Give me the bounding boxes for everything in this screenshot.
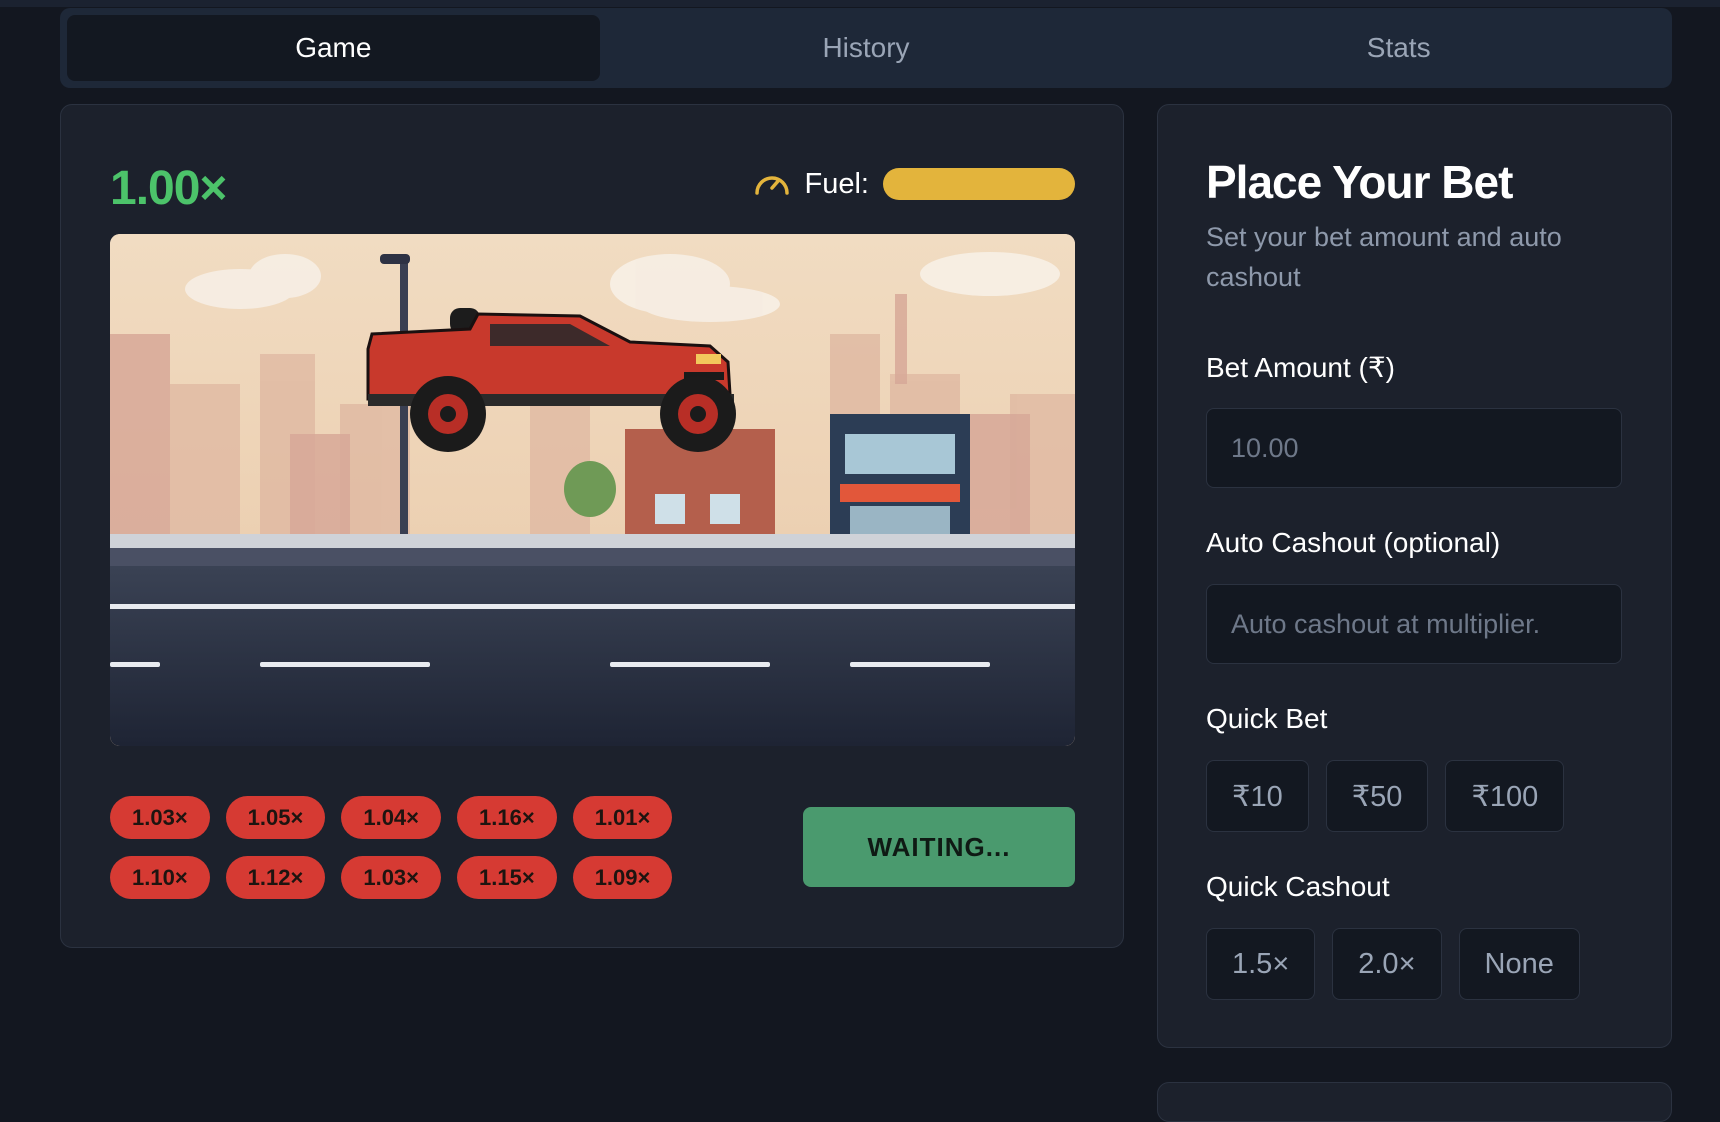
history-row: 1.03× 1.05× 1.04× 1.16× 1.01× — [110, 796, 720, 839]
fuel-bar — [883, 168, 1075, 200]
multiplier-history: 1.03× 1.05× 1.04× 1.16× 1.01× 1.10× 1.12… — [110, 796, 720, 916]
game-scene — [110, 234, 1075, 746]
quick-bet-label: Quick Bet — [1206, 703, 1328, 734]
fuel-gauge: Fuel: — [753, 167, 1075, 201]
bet-panel: Place Your Bet Set your bet amount and a… — [1157, 104, 1672, 1048]
history-chip: 1.12× — [225, 856, 326, 899]
history-chip: 1.16× — [457, 796, 557, 839]
quick-cashout-label: Quick Cashout — [1206, 871, 1390, 902]
quick-cashout-buttons: 1.5× 2.0× None — [1206, 928, 1580, 1000]
quick-cashout-none-button[interactable]: None — [1458, 928, 1580, 1000]
speedometer-icon — [753, 167, 791, 202]
history-chip: 1.05× — [225, 796, 326, 839]
auto-cashout-input[interactable] — [1231, 608, 1597, 640]
history-chip: 1.09× — [572, 856, 673, 899]
history-chip: 1.10× — [110, 856, 210, 899]
tab-game[interactable]: Game — [67, 15, 600, 81]
game-panel: 1.00× Fuel: 1.03× 1.05× 1.04× 1.16× 1.01… — [60, 104, 1124, 948]
current-multiplier: 1.00× — [110, 162, 227, 215]
history-chip: 1.03× — [341, 856, 442, 899]
history-chip: 1.03× — [110, 796, 210, 839]
auto-cashout-field[interactable] — [1206, 584, 1622, 664]
fuel-label: Fuel: — [804, 167, 869, 200]
tab-bar: Game History Stats — [60, 8, 1672, 88]
bet-amount-input[interactable] — [1231, 432, 1597, 464]
quick-cashout-1-5-button[interactable]: 1.5× — [1206, 928, 1316, 1000]
history-chip: 1.01× — [572, 796, 673, 839]
waiting-button[interactable]: WAITING... — [803, 807, 1075, 887]
quick-bet-buttons: ₹10 ₹50 ₹100 — [1206, 760, 1565, 832]
bet-panel-title: Place Your Bet — [1206, 156, 1513, 208]
quick-bet-10-button[interactable]: ₹10 — [1206, 760, 1309, 832]
bet-amount-label: Bet Amount (₹) — [1206, 352, 1395, 383]
top-strip — [0, 0, 1720, 7]
history-row: 1.10× 1.12× 1.03× 1.15× 1.09× — [110, 856, 720, 899]
secondary-panel — [1157, 1082, 1672, 1122]
quick-bet-50-button[interactable]: ₹50 — [1325, 760, 1429, 832]
history-chip: 1.04× — [341, 796, 442, 839]
tab-stats[interactable]: Stats — [1132, 15, 1665, 81]
bet-amount-field[interactable] — [1206, 408, 1622, 488]
quick-cashout-2-0-button[interactable]: 2.0× — [1332, 928, 1442, 1000]
tab-history[interactable]: History — [600, 15, 1133, 81]
auto-cashout-label: Auto Cashout (optional) — [1206, 527, 1501, 558]
bet-panel-subtitle: Set your bet amount and auto cashout — [1206, 222, 1562, 292]
history-chip: 1.15× — [457, 856, 557, 899]
quick-bet-100-button[interactable]: ₹100 — [1445, 760, 1565, 832]
